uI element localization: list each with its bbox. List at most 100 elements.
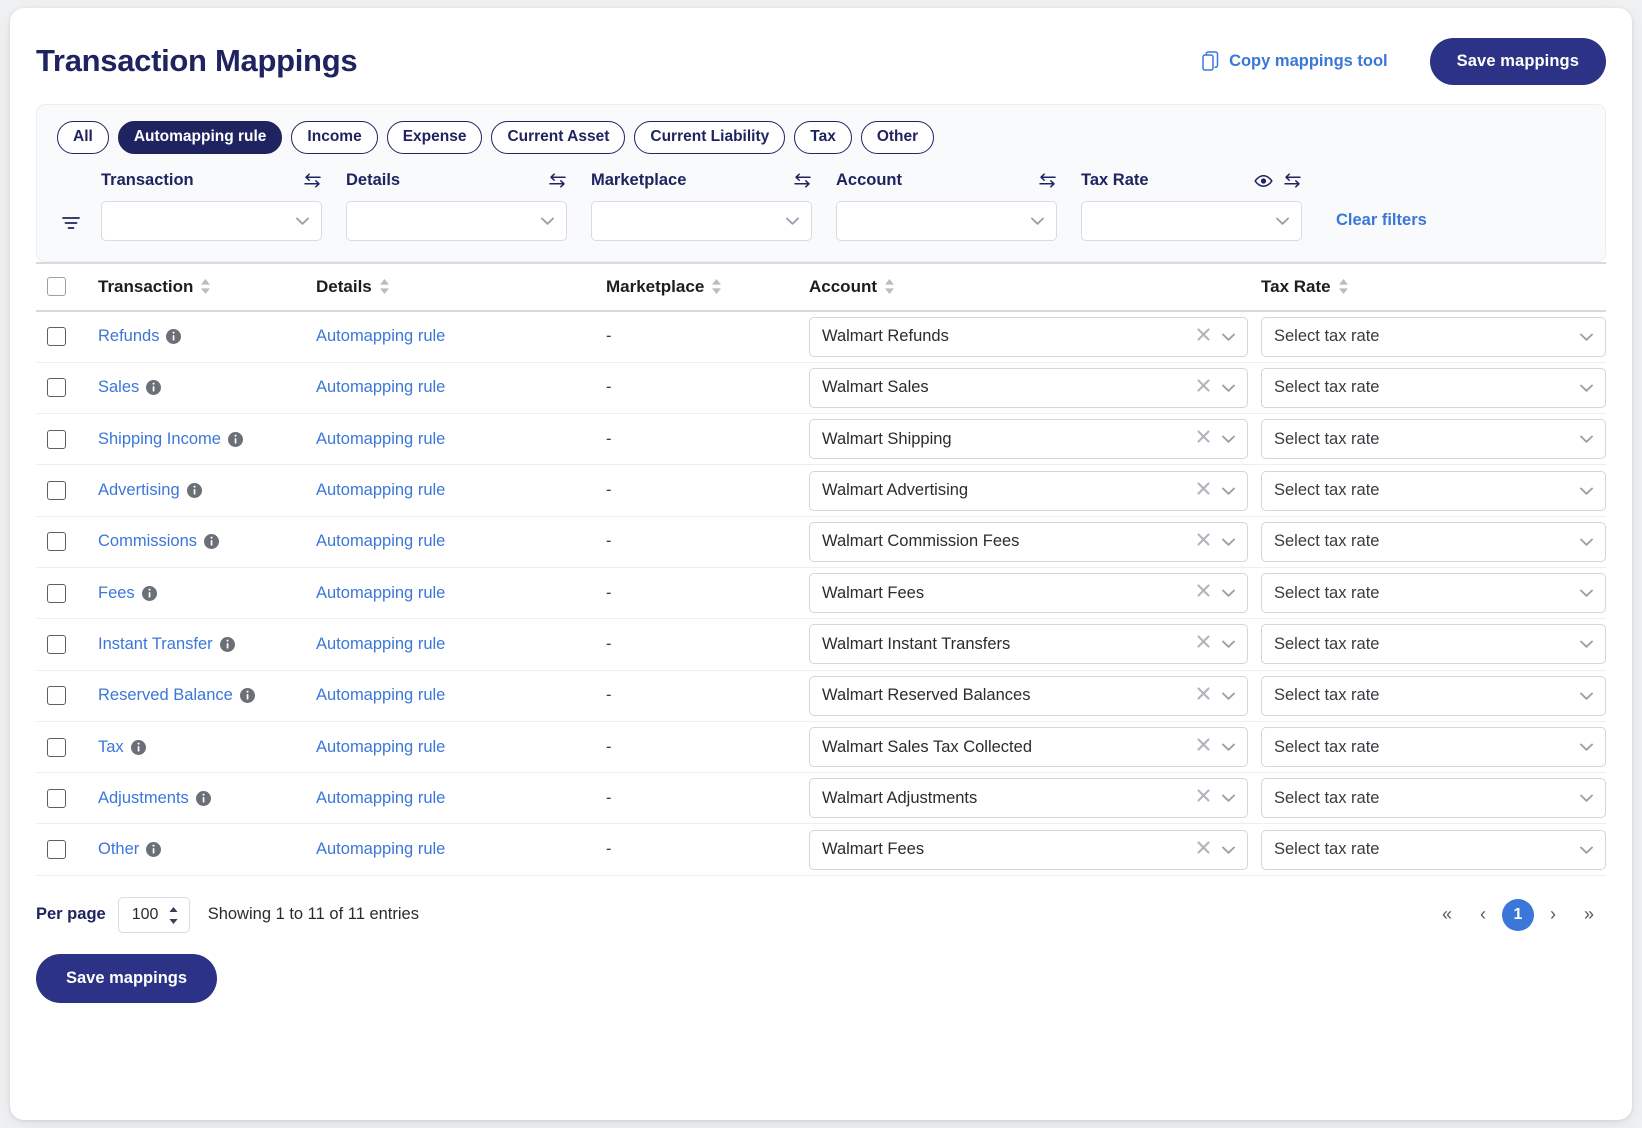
clear-icon[interactable] bbox=[1197, 738, 1222, 756]
info-icon[interactable] bbox=[239, 688, 255, 704]
clear-icon[interactable] bbox=[1197, 584, 1222, 602]
filter-select-account[interactable] bbox=[836, 200, 1057, 241]
info-icon[interactable] bbox=[130, 739, 146, 755]
row-checkbox[interactable] bbox=[47, 583, 66, 603]
clear-icon[interactable] bbox=[1197, 533, 1222, 551]
cell-details[interactable]: Automapping rule bbox=[316, 686, 606, 705]
chip-expense[interactable]: Expense bbox=[386, 121, 483, 154]
clear-icon[interactable] bbox=[1197, 430, 1222, 448]
swap-icon[interactable] bbox=[1038, 173, 1057, 188]
clear-icon[interactable] bbox=[1197, 328, 1222, 346]
pagination-last[interactable]: » bbox=[1572, 898, 1606, 932]
info-icon[interactable] bbox=[166, 329, 182, 345]
row-checkbox[interactable] bbox=[47, 378, 66, 398]
pagination-prev[interactable]: ‹ bbox=[1466, 898, 1500, 932]
info-icon[interactable] bbox=[146, 380, 162, 396]
account-select[interactable]: Walmart Refunds bbox=[809, 316, 1248, 357]
filter-select-marketplace[interactable] bbox=[591, 200, 812, 241]
row-checkbox[interactable] bbox=[47, 481, 66, 501]
cell-transaction[interactable]: Other bbox=[98, 840, 316, 859]
save-mappings-button-bottom[interactable]: Save mappings bbox=[36, 953, 218, 1003]
clear-icon[interactable] bbox=[1197, 841, 1222, 859]
clear-icon[interactable] bbox=[1197, 687, 1222, 705]
account-select[interactable]: Walmart Adjustments bbox=[809, 778, 1248, 819]
account-select[interactable]: Walmart Shipping bbox=[809, 419, 1248, 460]
cell-details[interactable]: Automapping rule bbox=[316, 378, 606, 397]
cell-transaction[interactable]: Advertising bbox=[98, 481, 316, 500]
clear-icon[interactable] bbox=[1197, 789, 1222, 807]
cell-transaction[interactable]: Fees bbox=[98, 584, 316, 603]
tax-rate-select[interactable]: Select tax rate bbox=[1261, 675, 1606, 716]
row-checkbox[interactable] bbox=[47, 327, 66, 347]
select-all-checkbox[interactable] bbox=[47, 277, 66, 296]
swap-icon[interactable] bbox=[548, 173, 567, 188]
clear-filters-button[interactable]: Clear filters bbox=[1336, 211, 1585, 241]
filter-select-details[interactable] bbox=[346, 200, 567, 241]
tax-rate-select[interactable]: Select tax rate bbox=[1261, 470, 1606, 511]
cell-details[interactable]: Automapping rule bbox=[316, 584, 606, 603]
chip-current-asset[interactable]: Current Asset bbox=[491, 121, 626, 154]
cell-transaction[interactable]: Instant Transfer bbox=[98, 635, 316, 654]
pagination-page-1[interactable]: 1 bbox=[1502, 898, 1534, 931]
cell-details[interactable]: Automapping rule bbox=[316, 430, 606, 449]
info-icon[interactable] bbox=[227, 431, 243, 447]
cell-details[interactable]: Automapping rule bbox=[316, 327, 606, 346]
filter-toggle-icon[interactable] bbox=[57, 216, 101, 241]
column-header-tax-rate[interactable]: Tax Rate bbox=[1261, 277, 1606, 297]
swap-icon[interactable] bbox=[303, 173, 322, 188]
tax-rate-select[interactable]: Select tax rate bbox=[1261, 419, 1606, 460]
row-checkbox[interactable] bbox=[47, 840, 66, 860]
account-select[interactable]: Walmart Instant Transfers bbox=[809, 624, 1248, 665]
pagination-next[interactable]: › bbox=[1536, 898, 1570, 932]
eye-icon[interactable] bbox=[1254, 174, 1273, 188]
cell-details[interactable]: Automapping rule bbox=[316, 738, 606, 757]
account-select[interactable]: Walmart Reserved Balances bbox=[809, 675, 1248, 716]
column-header-marketplace[interactable]: Marketplace bbox=[606, 277, 809, 297]
tax-rate-select[interactable]: Select tax rate bbox=[1261, 778, 1606, 819]
cell-details[interactable]: Automapping rule bbox=[316, 789, 606, 808]
account-select[interactable]: Walmart Fees bbox=[809, 573, 1248, 614]
filter-select-transaction[interactable] bbox=[101, 200, 322, 241]
swap-icon[interactable] bbox=[1283, 173, 1302, 188]
cell-details[interactable]: Automapping rule bbox=[316, 532, 606, 551]
swap-icon[interactable] bbox=[793, 173, 812, 188]
cell-details[interactable]: Automapping rule bbox=[316, 635, 606, 654]
pagination-first[interactable]: « bbox=[1430, 898, 1464, 932]
chip-current-liability[interactable]: Current Liability bbox=[634, 121, 786, 154]
info-icon[interactable] bbox=[204, 534, 220, 550]
cell-transaction[interactable]: Tax bbox=[98, 738, 316, 757]
column-header-account[interactable]: Account bbox=[809, 277, 1261, 297]
tax-rate-select[interactable]: Select tax rate bbox=[1261, 829, 1606, 870]
account-select[interactable]: Walmart Sales bbox=[809, 367, 1248, 408]
tax-rate-select[interactable]: Select tax rate bbox=[1261, 367, 1606, 408]
row-checkbox[interactable] bbox=[47, 737, 66, 757]
cell-details[interactable]: Automapping rule bbox=[316, 481, 606, 500]
account-select[interactable]: Walmart Commission Fees bbox=[809, 521, 1248, 562]
filter-select-tax-rate[interactable] bbox=[1081, 200, 1302, 241]
chip-other[interactable]: Other bbox=[860, 121, 935, 154]
column-header-transaction[interactable]: Transaction bbox=[98, 277, 316, 297]
cell-transaction[interactable]: Adjustments bbox=[98, 789, 316, 808]
cell-details[interactable]: Automapping rule bbox=[316, 840, 606, 859]
tax-rate-select[interactable]: Select tax rate bbox=[1261, 624, 1606, 665]
info-icon[interactable] bbox=[195, 790, 211, 806]
chip-all[interactable]: All bbox=[57, 121, 109, 154]
cell-transaction[interactable]: Sales bbox=[98, 378, 316, 397]
clear-icon[interactable] bbox=[1197, 481, 1222, 500]
tax-rate-select[interactable]: Select tax rate bbox=[1261, 727, 1606, 768]
tax-rate-select[interactable]: Select tax rate bbox=[1261, 573, 1606, 614]
account-select[interactable]: Walmart Fees bbox=[809, 829, 1248, 870]
info-icon[interactable] bbox=[141, 585, 157, 601]
chip-income[interactable]: Income bbox=[291, 121, 378, 154]
info-icon[interactable] bbox=[146, 842, 162, 858]
row-checkbox[interactable] bbox=[47, 788, 66, 808]
tax-rate-select[interactable]: Select tax rate bbox=[1261, 316, 1606, 357]
row-checkbox[interactable] bbox=[47, 634, 66, 654]
clear-icon[interactable] bbox=[1197, 635, 1222, 653]
save-mappings-button-top[interactable]: Save mappings bbox=[1429, 37, 1606, 85]
account-select[interactable]: Walmart Advertising bbox=[809, 470, 1248, 511]
row-checkbox[interactable] bbox=[47, 686, 66, 706]
row-checkbox[interactable] bbox=[47, 429, 66, 449]
info-icon[interactable] bbox=[186, 483, 202, 499]
tax-rate-select[interactable]: Select tax rate bbox=[1261, 521, 1606, 562]
